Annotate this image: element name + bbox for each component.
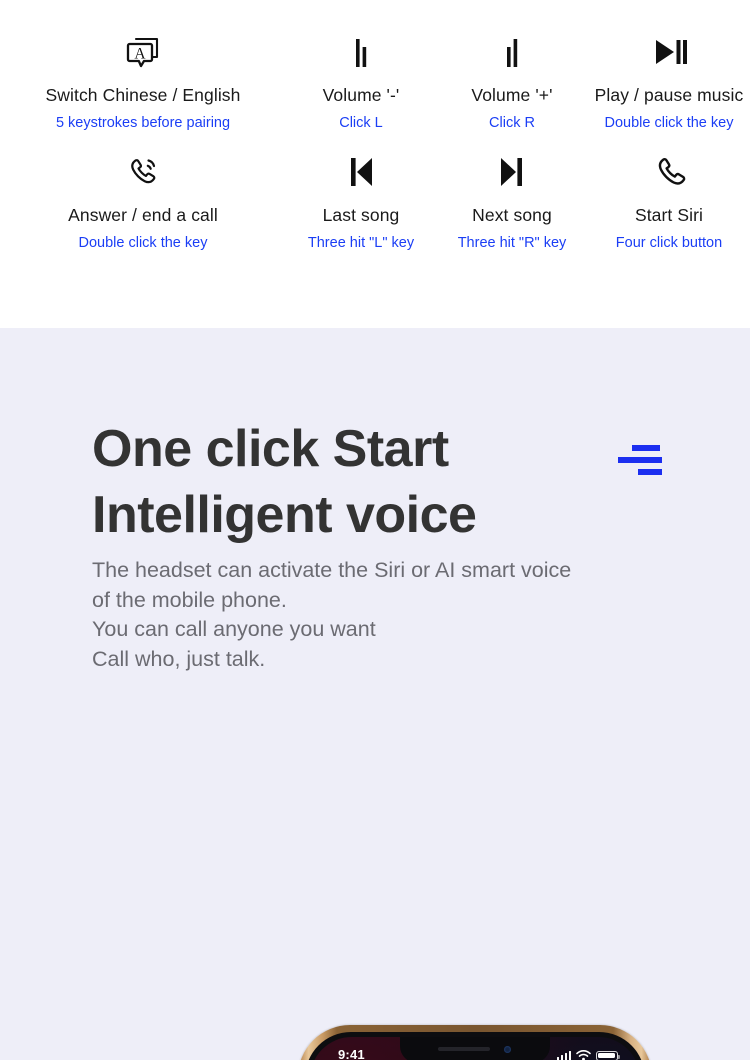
phone-screen[interactable]: 9:41 — [310, 1037, 640, 1060]
function-guide-section: A Switch Chinese / English 5 keystrokes … — [0, 0, 750, 328]
play-pause-icon — [645, 28, 693, 76]
function-title: Switch Chinese / English — [45, 85, 241, 105]
status-bar-time: 9:41 — [338, 1047, 365, 1060]
phone-handset-icon — [647, 148, 691, 196]
function-hint: Double click the key — [78, 235, 208, 251]
function-hint: Three hit "R" key — [457, 235, 567, 251]
accent-bars-decoration — [618, 445, 668, 479]
function-row-2: Answer / end a call Double click the key… — [0, 148, 750, 268]
function-hint: Click R — [489, 115, 535, 131]
function-volume-up: Volume '+' Click R — [436, 28, 588, 148]
wifi-icon — [576, 1050, 591, 1060]
function-hint: Double click the key — [604, 115, 734, 131]
function-title: Last song — [322, 205, 400, 225]
function-play-pause: Play / pause music Double click the key — [588, 28, 750, 148]
battery-icon — [596, 1050, 621, 1060]
function-next-song: Next song Three hit "R" key — [436, 148, 588, 268]
function-hint: 5 keystrokes before pairing — [55, 115, 231, 131]
function-volume-down: Volume '-' Click L — [286, 28, 436, 148]
function-title: Play / pause music — [594, 85, 744, 105]
function-last-song: Last song Three hit "L" key — [286, 148, 436, 268]
hero-description: The headset can activate the Siri or AI … — [92, 556, 692, 674]
hero-heading: One click Start Intelligent voice — [92, 416, 612, 548]
volume-down-icon — [343, 28, 379, 76]
function-title: Start Siri — [634, 205, 704, 225]
hero-title-line-2: Intelligent voice — [92, 486, 477, 544]
function-title: Next song — [472, 205, 552, 225]
translate-bubble-icon: A — [121, 28, 165, 76]
function-answer-call: Answer / end a call Double click the key — [0, 148, 286, 268]
cellular-signal-icon — [556, 1051, 571, 1060]
accent-bar-bottom — [638, 469, 662, 475]
function-row-1: A Switch Chinese / English 5 keystrokes … — [0, 28, 750, 148]
phone-call-icon — [121, 148, 165, 196]
status-bar: 9:41 — [310, 1037, 640, 1060]
svg-text:A: A — [134, 45, 146, 62]
function-hint: Three hit "L" key — [307, 235, 415, 251]
accent-bar-top — [632, 445, 660, 451]
intelligent-voice-section: One click Start Intelligent voice The he… — [0, 328, 750, 1060]
accent-bar-middle — [618, 457, 662, 463]
hero-description-line-1: The headset can activate the Siri or AI … — [92, 558, 572, 582]
function-start-siri: Start Siri Four click button — [588, 148, 750, 268]
volume-up-icon — [494, 28, 530, 76]
next-track-icon — [490, 148, 534, 196]
phone-mockup: 9:41 — [298, 1025, 652, 1060]
phone-frame: 9:41 — [298, 1025, 652, 1060]
phone-bezel: 9:41 — [305, 1032, 645, 1060]
hero-description-line-3: You can call anyone you want — [92, 617, 376, 641]
product-page: A Switch Chinese / English 5 keystrokes … — [0, 0, 750, 1060]
function-title: Answer / end a call — [68, 205, 218, 225]
function-title: Volume '-' — [322, 85, 400, 105]
function-switch-language: A Switch Chinese / English 5 keystrokes … — [0, 28, 286, 148]
function-grid: A Switch Chinese / English 5 keystrokes … — [0, 28, 750, 268]
previous-track-icon — [339, 148, 383, 196]
hero-description-line-2: of the mobile phone. — [92, 587, 287, 612]
hero-title-line-1: One click Start — [92, 420, 449, 478]
function-hint: Four click button — [615, 235, 723, 251]
function-title: Volume '+' — [471, 85, 553, 105]
function-hint: Click L — [339, 115, 383, 131]
hero-description-line-4: Call who, just talk. — [92, 646, 266, 671]
status-bar-indicators — [556, 1048, 621, 1060]
